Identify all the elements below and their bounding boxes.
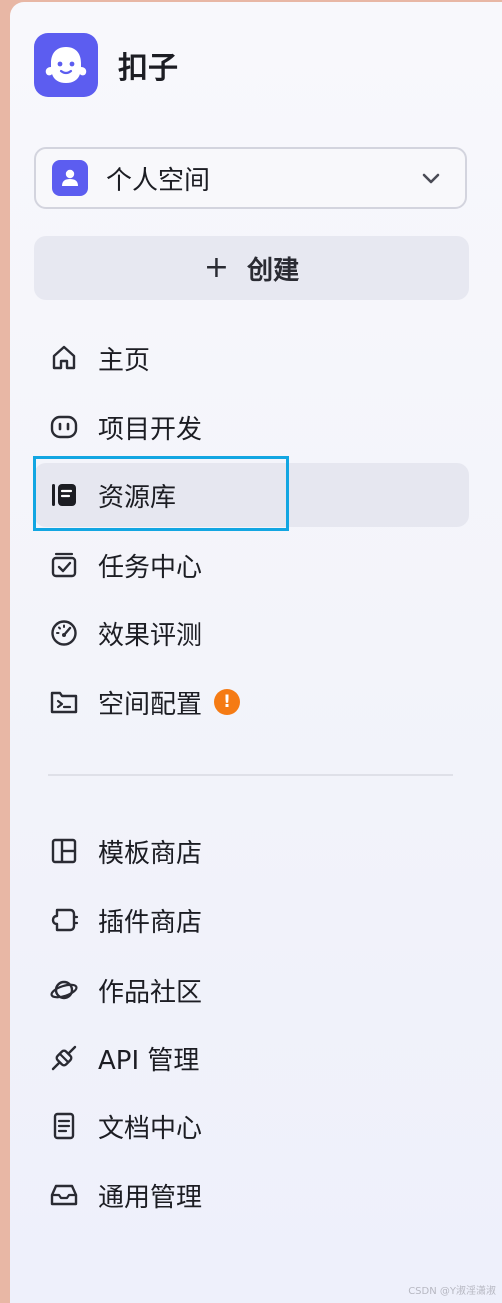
nav-label-general-settings: 通用管理 [98, 1182, 203, 1213]
chevron-down-icon[interactable] [419, 166, 443, 190]
nav-divider [48, 774, 453, 776]
nav-item-library[interactable]: 资源库 [34, 463, 469, 527]
nav-label-home: 主页 [98, 345, 151, 376]
nav-item-evaluation[interactable]: 效果评测 [34, 601, 469, 665]
app-title: 扣子 [118, 51, 178, 86]
planet-icon [48, 974, 80, 1006]
nav-item-templates[interactable]: 模板商店 [34, 819, 469, 883]
nav-item-general-settings[interactable]: 通用管理 [34, 1163, 469, 1227]
bot-face-icon [48, 411, 80, 443]
nav-label-space-settings: 空间配置 [98, 689, 203, 720]
nav-label-plugins: 插件商店 [98, 907, 203, 938]
terminal-folder-icon [48, 686, 80, 718]
nav-item-plugins[interactable]: 插件商店 [34, 888, 469, 952]
nav-label-docs: 文档中心 [98, 1113, 203, 1144]
nav-item-projects[interactable]: 项目开发 [34, 395, 469, 459]
plugin-icon [48, 904, 80, 936]
watermark: CSDN @Y淑淫潇淑 [408, 1286, 496, 1297]
nav-label-tasks: 任务中心 [98, 552, 203, 583]
ghost-mascot-icon[interactable] [34, 33, 98, 97]
plus-icon: + [203, 250, 230, 285]
workspace-selector[interactable]: 个人空间 [34, 147, 467, 209]
sidebar-panel: 扣子 个人空间 + 创建 主页 项目开发 资源库 任务中心 效果评测 空间配置 … [10, 2, 502, 1303]
create-label: 创建 [247, 255, 300, 286]
nav-label-api: API 管理 [98, 1045, 200, 1076]
user-icon [52, 160, 88, 196]
task-check-icon [48, 549, 80, 581]
create-button[interactable]: + 创建 [34, 236, 469, 300]
api-plug-icon [48, 1042, 80, 1074]
nav-label-library: 资源库 [98, 482, 177, 513]
nav-item-tasks[interactable]: 任务中心 [34, 533, 469, 597]
nav-label-evaluation: 效果评测 [98, 620, 203, 651]
document-icon [48, 1110, 80, 1142]
warning-badge: ! [214, 689, 241, 715]
nav-item-community[interactable]: 作品社区 [34, 958, 469, 1022]
nav-item-space-settings[interactable]: 空间配置 ! [34, 670, 469, 734]
nav-item-docs[interactable]: 文档中心 [34, 1094, 469, 1158]
home-icon [48, 342, 80, 374]
template-layout-icon [48, 835, 80, 867]
app-header: 扣子 [34, 33, 178, 97]
nav-item-home[interactable]: 主页 [34, 326, 469, 390]
nav-label-projects: 项目开发 [98, 414, 203, 445]
inbox-icon [48, 1179, 80, 1211]
nav-label-community: 作品社区 [98, 977, 203, 1008]
library-icon [48, 479, 80, 511]
gauge-icon [48, 617, 80, 649]
workspace-label: 个人空间 [106, 165, 211, 196]
nav-label-templates: 模板商店 [98, 838, 203, 869]
nav-item-api[interactable]: API 管理 [34, 1026, 469, 1090]
